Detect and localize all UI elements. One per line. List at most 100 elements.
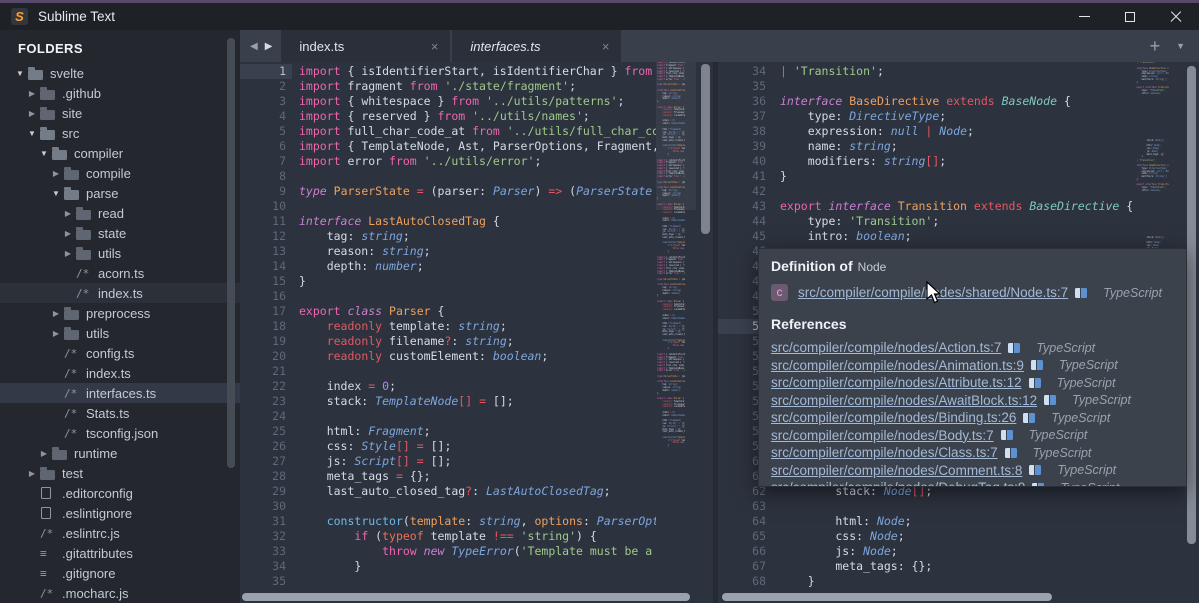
sidebar-item-index-ts[interactable]: /*index.ts (0, 283, 240, 303)
code-line[interactable]: 33 throw new TypeError('Template must be… (240, 544, 656, 559)
disclosure-triangle-icon[interactable]: ▶ (48, 169, 64, 178)
code-line[interactable]: 32 if (typeof template !== 'string') { (240, 529, 656, 544)
code-line[interactable]: 64 html: Node; (718, 514, 1133, 529)
new-tab-icon[interactable]: + (1150, 37, 1161, 55)
code-line[interactable]: 34| 'Transition'; (718, 64, 1133, 79)
code-line[interactable]: 6import { TemplateNode, Ast, ParserOptio… (240, 139, 656, 154)
code-line[interactable]: 22 index = 0; (240, 379, 656, 394)
code-line[interactable]: 23 stack: TemplateNode[] = []; (240, 394, 656, 409)
code-line[interactable]: 18 readonly template: string; (240, 319, 656, 334)
sidebar-item-parse[interactable]: ▼parse (0, 183, 240, 203)
code-line[interactable]: 9type ParserState = (parser: Parser) => … (240, 184, 656, 199)
minimize-button[interactable] (1061, 3, 1107, 30)
code-line[interactable]: 14 depth: number; (240, 259, 656, 274)
code-line[interactable]: 13 reason: string; (240, 244, 656, 259)
code-line[interactable]: 15} (240, 274, 656, 289)
code-line[interactable]: 1import { isIdentifierStart, isIdentifie… (240, 64, 656, 79)
reference-link[interactable]: src/compiler/compile/nodes/Comment.ts:8 (771, 463, 1022, 478)
code-line[interactable]: 5import full_char_code_at from '../utils… (240, 124, 656, 139)
sidebar-item-tsconfig-json[interactable]: /*tsconfig.json (0, 423, 240, 443)
close-button[interactable] (1153, 3, 1199, 30)
disclosure-triangle-icon[interactable]: ▶ (48, 309, 64, 318)
code-line[interactable]: 67 meta_tags: {}; (718, 559, 1133, 574)
code-line[interactable]: 37 type: DirectiveType; (718, 109, 1133, 124)
sidebar-item-compile[interactable]: ▶compile (0, 163, 240, 183)
code-line[interactable]: 20 readonly customElement: boolean; (240, 349, 656, 364)
sidebar-item-config-ts[interactable]: /*config.ts (0, 343, 240, 363)
code-line[interactable]: 21 (240, 364, 656, 379)
horizontal-scrollbar-right[interactable] (720, 593, 1185, 601)
code-line[interactable]: 44 type: 'Transition'; (718, 214, 1133, 229)
code-line[interactable]: 11interface LastAutoClosedTag { (240, 214, 656, 229)
disclosure-triangle-icon[interactable]: ▶ (36, 449, 52, 458)
sidebar-item-test[interactable]: ▶test (0, 463, 240, 483)
code-line[interactable]: 35 (240, 574, 656, 589)
horizontal-scrollbar-left[interactable] (242, 593, 699, 601)
tab-overflow-icon[interactable]: ▼ (1176, 41, 1185, 51)
code-line[interactable]: 43export interface Transition extends Ba… (718, 199, 1133, 214)
sidebar-item-preprocess[interactable]: ▶preprocess (0, 303, 240, 323)
sidebar-item-src[interactable]: ▼src (0, 123, 240, 143)
minimap-left[interactable]: 1import { isIdentifierStart, isIdentifie… (656, 62, 696, 593)
vertical-scrollbar-left[interactable] (700, 62, 711, 591)
code-line[interactable]: 24 (240, 409, 656, 424)
tab-close-icon[interactable]: × (602, 39, 610, 54)
code-line[interactable]: 28 meta_tags = {}; (240, 469, 656, 484)
code-line[interactable]: 45 intro: boolean; (718, 229, 1133, 244)
sidebar-item-gitattributes[interactable]: ≡.gitattributes (0, 543, 240, 563)
disclosure-triangle-icon[interactable]: ▶ (60, 209, 76, 218)
sidebar-item-read[interactable]: ▶read (0, 203, 240, 223)
nav-forward-icon[interactable]: ▶ (265, 41, 273, 52)
code-line[interactable]: 39 name: string; (718, 139, 1133, 154)
sidebar-item-github[interactable]: ▶.github (0, 83, 240, 103)
code-line[interactable]: 19 readonly filename?: string; (240, 334, 656, 349)
sidebar-item-utils[interactable]: ▶utils (0, 323, 240, 343)
code-line[interactable]: 36interface BaseDirective extends BaseNo… (718, 94, 1133, 109)
code-line[interactable]: 12 tag: string; (240, 229, 656, 244)
sidebar-item-Stats-ts[interactable]: /*Stats.ts (0, 403, 240, 423)
code-line[interactable]: 27 js: Script[] = []; (240, 454, 656, 469)
sidebar-item-mocharc-js[interactable]: /*.mocharc.js (0, 583, 240, 603)
disclosure-triangle-icon[interactable]: ▼ (24, 129, 40, 138)
sidebar-item-interfaces-ts[interactable]: /*interfaces.ts (0, 383, 240, 403)
reference-link[interactable]: src/compiler/compile/nodes/AwaitBlock.ts… (771, 393, 1037, 408)
sidebar-item-eslintrc-js[interactable]: /*.eslintrc.js (0, 523, 240, 543)
sidebar-item-acorn-ts[interactable]: /*acorn.ts (0, 263, 240, 283)
code-line[interactable]: 68 } (718, 574, 1133, 589)
code-line[interactable]: 40 modifiers: string[]; (718, 154, 1133, 169)
disclosure-triangle-icon[interactable]: ▶ (60, 249, 76, 258)
code-line[interactable]: 4import { reserved } from '../utils/name… (240, 109, 656, 124)
code-line[interactable]: 3import { whitespace } from '../utils/pa… (240, 94, 656, 109)
disclosure-triangle-icon[interactable]: ▼ (48, 189, 64, 198)
vertical-scrollbar-right[interactable] (1186, 62, 1197, 591)
disclosure-triangle-icon[interactable]: ▶ (60, 229, 76, 238)
sidebar-item-utils[interactable]: ▶utils (0, 243, 240, 263)
tab-close-icon[interactable]: × (431, 39, 439, 54)
reference-link[interactable]: src/compiler/compile/nodes/Binding.ts:26 (771, 410, 1016, 425)
reference-link[interactable]: src/compiler/compile/nodes/Body.ts:7 (771, 428, 994, 443)
code-line[interactable]: 17export class Parser { (240, 304, 656, 319)
code-line[interactable]: 42 (718, 184, 1133, 199)
code-line[interactable]: 8 (240, 169, 656, 184)
sidebar-item-state[interactable]: ▶state (0, 223, 240, 243)
code-line[interactable]: 25 html: Fragment; (240, 424, 656, 439)
sidebar-item-eslintignore[interactable]: .eslintignore (0, 503, 240, 523)
sidebar-item-index-ts[interactable]: /*index.ts (0, 363, 240, 383)
sidebar-item-compiler[interactable]: ▼compiler (0, 143, 240, 163)
tab-interfaces.ts[interactable]: interfaces.ts× (452, 30, 621, 62)
code-line[interactable]: 26 css: Style[] = []; (240, 439, 656, 454)
code-line[interactable]: 41} (718, 169, 1133, 184)
sidebar-scrollbar[interactable] (227, 38, 235, 593)
sidebar-item-svelte[interactable]: ▼svelte (0, 63, 240, 83)
code-line[interactable]: 2import fragment from './state/fragment'… (240, 79, 656, 94)
tab-index.ts[interactable]: index.ts× (281, 30, 450, 62)
code-line[interactable]: 65 css: Node; (718, 529, 1133, 544)
disclosure-triangle-icon[interactable]: ▼ (36, 149, 52, 158)
maximize-button[interactable] (1107, 3, 1153, 30)
reference-link[interactable]: src/compiler/compile/nodes/Animation.ts:… (771, 358, 1024, 373)
code-line[interactable]: 35 (718, 79, 1133, 94)
reference-link[interactable]: src/compiler/compile/nodes/Action.ts:7 (771, 340, 1001, 355)
code-line[interactable]: 30 (240, 499, 656, 514)
sidebar-item-gitignore[interactable]: ≡.gitignore (0, 563, 240, 583)
nav-back-icon[interactable]: ◀ (250, 41, 258, 52)
